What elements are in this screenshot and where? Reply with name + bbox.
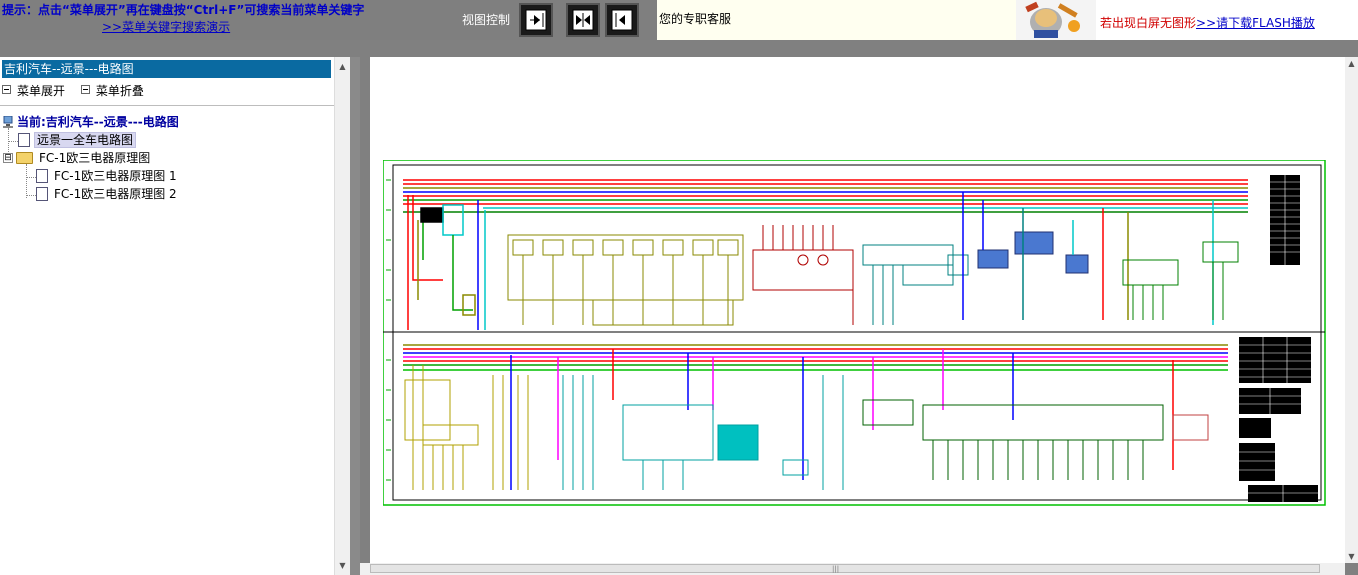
tree-current-node[interactable]: 当前:吉利汽车--远景---电路图 — [2, 114, 179, 130]
scroll-down-icon[interactable]: ▼ — [1345, 550, 1358, 563]
folder-open-icon — [16, 151, 33, 164]
tree-item[interactable]: FC-1欧三电器原理图 1 — [36, 168, 179, 184]
flash-notice: 若出现白屏无图形>>请下载FLASH播放 — [1016, 0, 1358, 40]
tree-item-label: FC-1欧三电器原理图 2 — [54, 187, 177, 201]
wiring-diagram[interactable] — [383, 160, 1327, 507]
scroll-up-icon[interactable]: ▲ — [1345, 57, 1358, 70]
menu-collapse-label: 菜单折叠 — [95, 84, 144, 98]
flash-download-link[interactable]: >>请下载FLASH播放 — [1196, 16, 1315, 30]
document-icon — [36, 168, 48, 183]
view-control-label: 视图控制 — [462, 13, 511, 27]
tree-item[interactable]: 远景一全车电路图 — [18, 132, 137, 148]
tree-connector — [26, 195, 36, 196]
panel-title: 吉利汽车--远景---电路图 — [2, 60, 331, 78]
left-scrollbar[interactable]: ▲ ▼ — [334, 57, 350, 575]
menu-expand-button[interactable]: 菜单展开 — [2, 82, 65, 99]
customer-service-label[interactable]: 您的专职客服 — [659, 10, 731, 27]
menu-collapse-button[interactable]: 菜单折叠 — [80, 82, 144, 99]
collapse-expander-icon[interactable]: ⊟ — [3, 152, 13, 163]
tree-folder-label: FC-1欧三电器原理图 — [39, 151, 151, 165]
scroll-thumb[interactable] — [370, 564, 1320, 573]
tree-connector — [26, 177, 36, 178]
customer-service-area: 您的专职客服 — [657, 0, 1016, 40]
scroll-up-icon[interactable]: ▲ — [335, 59, 350, 74]
split-arrows-icon — [572, 9, 594, 31]
expand-box-icon — [2, 85, 11, 94]
tree-item-label: FC-1欧三电器原理图 1 — [54, 169, 177, 183]
flash-warning-text: 若出现白屏无图形 — [1100, 16, 1197, 30]
tree-item[interactable]: FC-1欧三电器原理图 2 — [36, 186, 179, 202]
search-demo-link[interactable]: >>菜单关键字搜索演示 — [102, 18, 230, 35]
top-toolbar: 提示：点击“菜单展开”再在键盘按“Ctrl+F”可搜索当前菜单关键字 >>菜单关… — [0, 0, 1358, 40]
mascot-icon — [1016, 0, 1096, 40]
computer-icon — [3, 115, 13, 128]
view-split-button[interactable] — [566, 3, 600, 37]
arrow-right-icon — [525, 9, 547, 31]
collapse-box-icon — [80, 85, 90, 94]
tree-item-label: 远景一全车电路图 — [34, 132, 137, 148]
grip-icon: ||| — [832, 565, 840, 573]
left-navigation-panel: 吉利汽车--远景---电路图 菜单展开 菜单折叠 当前:吉利汽车--远景---电… — [0, 57, 334, 575]
right-scrollbar[interactable]: ▲ ▼ — [1345, 57, 1358, 563]
diagram-viewer: ▲ ▼ ||| — [360, 57, 1358, 575]
search-hint: 提示：点击“菜单展开”再在键盘按“Ctrl+F”可搜索当前菜单关键字 — [2, 3, 365, 17]
tree-connector — [26, 164, 27, 198]
tree-current-label: 当前:吉利汽车--远景---电路图 — [17, 115, 179, 129]
view-collapse-button[interactable] — [605, 3, 639, 37]
menu-expand-label: 菜单展开 — [17, 84, 66, 98]
tree-folder[interactable]: ⊟ FC-1欧三电器原理图 — [3, 150, 152, 166]
document-icon — [36, 186, 48, 201]
horizontal-scrollbar[interactable]: ||| — [360, 563, 1345, 575]
document-icon — [18, 132, 30, 147]
view-expand-button[interactable] — [519, 3, 553, 37]
scroll-down-icon[interactable]: ▼ — [335, 558, 350, 573]
tree-connector — [8, 141, 18, 142]
panel-separator — [0, 105, 334, 106]
panel-splitter[interactable] — [350, 57, 360, 575]
arrow-left-icon — [611, 9, 633, 31]
diagram-page — [370, 57, 1345, 563]
